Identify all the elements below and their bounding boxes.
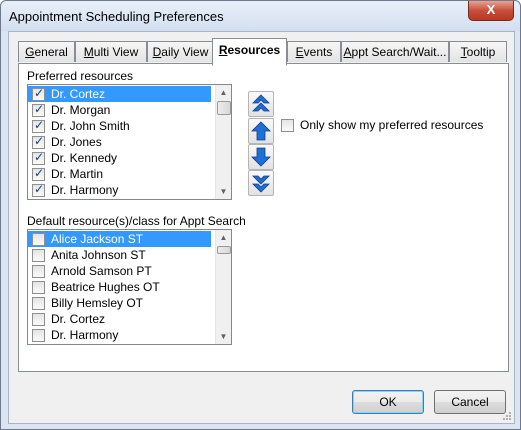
move-to-top-button[interactable] [248, 91, 274, 117]
default-resources-list[interactable]: Alice Jackson ST Anita Johnson ST Arnold… [27, 229, 232, 345]
list-item[interactable]: Alice Jackson ST [28, 231, 211, 247]
move-to-bottom-button[interactable] [248, 170, 274, 196]
list-item[interactable]: Dr. Harmony [28, 327, 211, 343]
tab-multi-view[interactable]: Multi View [75, 41, 147, 62]
close-icon: X [486, 2, 496, 17]
checkbox[interactable] [32, 233, 45, 246]
list-item[interactable]: Dr. Martin [28, 166, 211, 182]
checkbox[interactable] [32, 249, 45, 262]
window-title: Appointment Scheduling Preferences [9, 9, 224, 24]
list-item[interactable]: Dr. John Smith [28, 118, 211, 134]
dialog-window: Appointment Scheduling Preferences X Gen… [0, 0, 521, 430]
move-to-top-icon [252, 94, 270, 112]
move-up-button[interactable] [248, 118, 274, 144]
resize-grip-icon[interactable] [502, 411, 512, 421]
move-down-icon [251, 147, 271, 167]
scroll-thumb[interactable] [217, 246, 231, 254]
scroll-thumb[interactable] [217, 101, 231, 115]
checkbox[interactable] [32, 281, 45, 294]
checkbox[interactable] [32, 313, 45, 326]
checkbox[interactable] [32, 102, 45, 117]
tab-appt-search-wait[interactable]: Appt Search/Wait... [341, 41, 449, 62]
list-item[interactable]: Dr. Cortez [28, 86, 211, 102]
tab-tooltip[interactable]: Tooltip [449, 41, 507, 62]
scroll-down-icon[interactable]: ▼ [216, 184, 231, 199]
cancel-button[interactable]: Cancel [434, 390, 506, 414]
list-item[interactable]: Dr. Morgan [28, 102, 211, 118]
move-to-bottom-icon [252, 175, 270, 193]
tab-daily-view[interactable]: Daily View [147, 41, 214, 62]
default-list-scrollbar[interactable]: ▲ ▼ [215, 230, 231, 344]
tab-events[interactable]: Events [287, 41, 341, 62]
checkbox[interactable] [32, 297, 45, 310]
close-button[interactable]: X [468, 1, 514, 21]
list-item[interactable]: Billy Hemsley OT [28, 295, 211, 311]
list-item[interactable]: Dr. Jones [28, 134, 211, 150]
move-down-button[interactable] [248, 144, 274, 170]
preferred-resources-list[interactable]: Dr. Cortez Dr. Morgan Dr. John Smith Dr.… [27, 84, 232, 200]
ok-button[interactable]: OK [352, 390, 424, 414]
list-item[interactable]: Arnold Samson PT [28, 263, 211, 279]
default-resources-label: Default resource(s)/class for Appt Searc… [27, 214, 246, 228]
list-item[interactable]: Beatrice Hughes OT [28, 279, 211, 295]
checkbox[interactable] [32, 182, 45, 197]
list-item[interactable]: Dr. Harmony [28, 182, 211, 198]
checkbox[interactable] [32, 166, 45, 181]
checkbox[interactable] [32, 86, 45, 101]
checkbox[interactable] [32, 150, 45, 165]
checkbox[interactable] [32, 118, 45, 133]
checkbox[interactable] [32, 329, 45, 342]
preferred-resources-label: Preferred resources [27, 69, 134, 83]
list-item[interactable]: Dr. Kennedy [28, 150, 211, 166]
scroll-up-icon[interactable]: ▲ [216, 85, 231, 100]
dialog-body: General Multi View Daily View Resources … [8, 31, 515, 424]
checkbox[interactable] [32, 265, 45, 278]
tab-general[interactable]: General [18, 41, 75, 62]
checkbox[interactable] [32, 134, 45, 149]
only-preferred-checkbox[interactable] [281, 119, 294, 132]
list-item[interactable]: Dr. Cortez [28, 311, 211, 327]
tab-resources[interactable]: Resources [212, 38, 287, 66]
list-item[interactable]: Anita Johnson ST [28, 247, 211, 263]
only-preferred-label: Only show my preferred resources [300, 118, 484, 132]
scroll-down-icon[interactable]: ▼ [216, 329, 231, 344]
preferred-list-scrollbar[interactable]: ▲ ▼ [215, 85, 231, 199]
move-up-icon [251, 121, 271, 141]
scroll-up-icon[interactable]: ▲ [216, 230, 231, 245]
title-bar[interactable]: Appointment Scheduling Preferences X [1, 1, 520, 31]
